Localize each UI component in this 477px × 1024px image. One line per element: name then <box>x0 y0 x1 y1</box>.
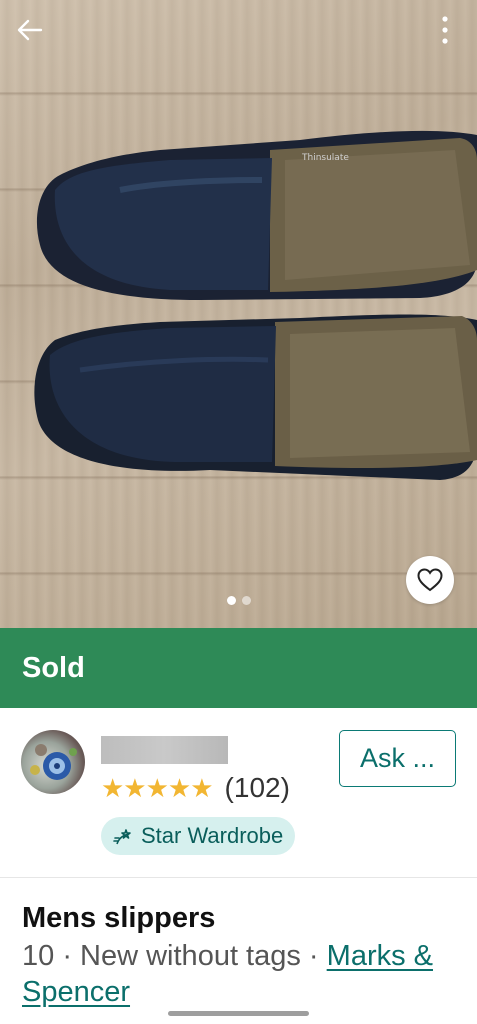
item-photo[interactable]: Thinsulate <box>0 0 477 628</box>
more-vertical-icon <box>442 16 448 44</box>
review-count: (102) <box>224 772 290 803</box>
item-title: Mens slippers <box>22 902 216 934</box>
item-condition: New without tags <box>80 940 301 972</box>
seller-avatar[interactable] <box>21 730 85 794</box>
sold-banner: Sold <box>0 628 477 708</box>
seller-rating[interactable]: ★★★★★ (102) <box>101 772 290 804</box>
meta-separator: · <box>54 940 81 972</box>
home-indicator <box>168 1011 309 1016</box>
slippers-image: Thinsulate <box>34 130 477 480</box>
carousel-dot-active[interactable] <box>226 596 236 605</box>
badge-label: Star Wardrobe <box>141 823 284 848</box>
avatar-image <box>30 744 77 780</box>
seller-section: ★★★★★ (102) Star Wardrobe Ask ... <box>0 708 477 878</box>
ask-button-label: Ask ... <box>359 743 435 773</box>
item-meta: 10 · New without tags · Marks & Spencer <box>22 938 462 1010</box>
shoe-brand-tag: Thinsulate <box>301 153 349 163</box>
back-button[interactable] <box>12 12 48 48</box>
item-details: Mens slippers 10 · New without tags · Ma… <box>22 900 462 1010</box>
carousel-dot[interactable] <box>241 596 251 605</box>
carousel-indicator <box>0 596 477 605</box>
seller-name-redacted[interactable] <box>101 736 228 764</box>
sold-label: Sold <box>22 651 85 684</box>
item-size: 10 <box>22 940 55 972</box>
ask-seller-button[interactable]: Ask ... <box>339 730 456 787</box>
heart-outline-icon <box>417 568 443 592</box>
star-wardrobe-icon <box>113 829 131 845</box>
meta-separator: · <box>300 940 327 972</box>
rating-stars: ★★★★★ <box>101 772 214 803</box>
more-options-button[interactable] <box>427 12 463 48</box>
arrow-left-icon <box>17 19 43 41</box>
star-wardrobe-badge[interactable]: Star Wardrobe <box>101 817 296 855</box>
